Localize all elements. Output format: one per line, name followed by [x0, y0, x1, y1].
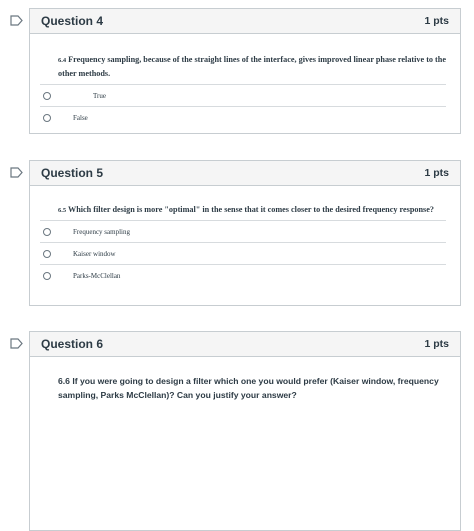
question-title: Question 5 [41, 166, 104, 180]
answer-label: Kaiser window [73, 249, 116, 258]
answer-label: True [93, 91, 106, 100]
question-text: 6.6 If you were going to design a filter… [58, 376, 439, 400]
answer-option-true[interactable]: True [40, 84, 446, 106]
answer-option-parks-mcclellan[interactable]: Parks-McClellan [40, 264, 446, 286]
radio-button[interactable] [43, 271, 51, 280]
question-title: Question 6 [41, 337, 104, 351]
question-card-6: Question 6 1 pts 6.6 If you were going t… [29, 331, 461, 531]
radio-button[interactable] [43, 113, 51, 122]
question-header: Question 6 1 pts [30, 332, 460, 357]
question-header: Question 4 1 pts [30, 9, 460, 34]
answer-option-kaiser-window[interactable]: Kaiser window [40, 242, 446, 264]
answer-label: False [73, 113, 88, 122]
question-body: Which filter design is more "optimal" in… [68, 205, 434, 214]
bookmark-flag-icon[interactable] [10, 167, 23, 178]
question-header: Question 5 1 pts [30, 161, 460, 186]
question-title: Question 4 [41, 14, 104, 28]
bookmark-flag-icon[interactable] [10, 338, 23, 349]
radio-button[interactable] [43, 249, 51, 258]
answer-label: Frequency sampling [73, 227, 130, 236]
radio-button[interactable] [43, 227, 51, 236]
question-number: 6.4 [58, 57, 67, 64]
question-text: 6.5 Which filter design is more "optimal… [30, 203, 460, 217]
answer-option-false[interactable]: False [40, 106, 446, 128]
answer-option-frequency-sampling[interactable]: Frequency sampling [40, 220, 446, 242]
question-body: Frequency sampling, because of the strai… [58, 55, 446, 78]
answer-list: True False [40, 84, 446, 128]
answer-label: Parks-McClellan [73, 271, 121, 280]
radio-button[interactable] [43, 91, 51, 100]
answer-list: Frequency sampling Kaiser window Parks-M… [40, 220, 446, 286]
question-number: 6.5 [58, 207, 67, 214]
question-text: 6.4 Frequency sampling, because of the s… [30, 53, 460, 80]
question-points: 1 pts [424, 338, 449, 350]
bookmark-flag-icon[interactable] [10, 15, 23, 26]
question-points: 1 pts [424, 167, 449, 179]
question-points: 1 pts [424, 15, 449, 27]
question-card-5: Question 5 1 pts 6.5 Which filter design… [29, 160, 461, 306]
question-card-4: Question 4 1 pts 6.4 Frequency sampling,… [29, 8, 461, 134]
